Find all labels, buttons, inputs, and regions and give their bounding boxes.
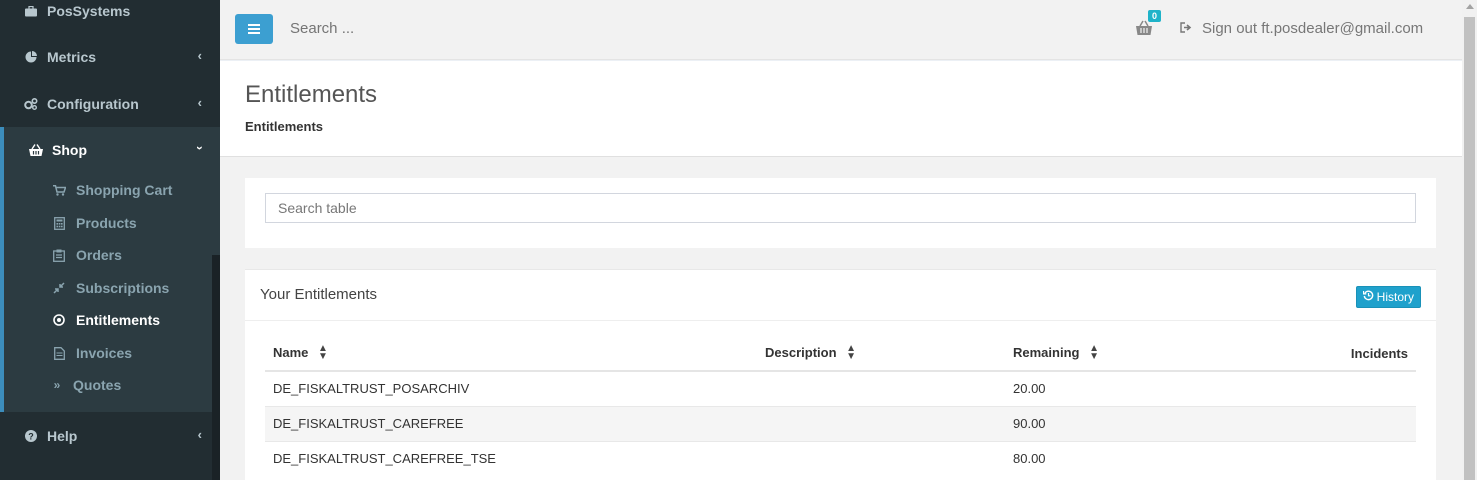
basket-icon [28,143,44,157]
column-header-label: Name [273,344,309,360]
chevron-left-icon: ‹ [197,427,202,442]
submenu-label: Orders [76,247,122,263]
sort-icon: ▲ ▼ [318,343,328,363]
search-box [245,178,1436,248]
chevron-left-icon: ‹ [197,48,202,63]
cogs-icon [24,97,38,111]
cell-name: DE_FISKALTRUST_CAREFREE [265,405,757,441]
file-icon [52,346,66,360]
submenu-label: Entitlements [76,312,161,328]
top-navbar: 0 Sign out ft.posdealer@gmail.com [220,0,1462,60]
table-row[interactable]: DE_FISKALTRUST_CAREFREE_TSE 80.00 [265,440,1416,476]
column-header-label: Incidents [1350,345,1408,361]
submenu-label: Quotes [73,377,122,393]
pie-chart-icon [24,50,38,64]
submenu-entitlements[interactable]: Entitlements [52,310,160,330]
history-label: History [1376,290,1414,304]
cell-name: DE_FISKALTRUST_POSARCHIV [265,370,757,406]
table-search-input[interactable] [265,193,1416,223]
sidebar-item-shop[interactable]: Shop › [4,127,220,173]
shopping-basket-icon[interactable] [1135,20,1153,38]
divider [245,320,1436,321]
table-row[interactable]: DE_FISKALTRUST_CAREFREE 90.00 [265,405,1416,441]
history-button[interactable]: History [1355,286,1421,308]
content-header: Entitlements Entitlements [220,61,1462,157]
sidebar-item-configuration[interactable]: Configuration ‹ [0,81,220,127]
hamburger-icon [248,24,260,34]
column-header-description[interactable]: Description ▲ ▼ [757,336,1005,372]
sidebar-item-help[interactable]: ? Help ‹ [0,413,220,459]
sidebar-item-label: Shop [52,142,87,158]
sidebar-item-label: Configuration [47,96,139,112]
submenu-shopping-cart[interactable]: Shopping Cart [52,180,172,200]
sign-out-link[interactable]: Sign out ft.posdealer@gmail.com [1180,20,1423,37]
sidebar-item-label: Help [47,428,78,444]
compress-icon [52,282,66,294]
cell-incidents [1205,370,1416,406]
table-row[interactable]: DE_FISKALTRUST_POSARCHIV 20.00 [265,370,1416,406]
scroll-up-arrow-icon[interactable] [1466,4,1474,9]
sidebar-shop-section: Shop › Shopping Cart Products Orders Sub… [0,127,220,412]
submenu-subscriptions[interactable]: Subscriptions [52,278,169,298]
cart-count-badge: 0 [1148,10,1162,22]
page-title: Entitlements [245,81,378,108]
cell-name: DE_FISKALTRUST_CAREFREE_TSE [265,440,757,476]
question-circle-icon: ? [24,429,38,443]
cell-description [757,405,1005,441]
sidebar-item-label: PosSystems [47,3,131,19]
entitlements-table: Name ▲ ▼ Description ▲ ▼ Remaining ▲ ▼ Inci… [265,336,1416,476]
double-chevron-icon: » [53,378,61,392]
page-scrollbar[interactable] [1462,0,1477,480]
sign-out-icon [1180,21,1193,36]
submenu-label: Products [76,215,137,231]
cart-icon [52,184,66,196]
submenu-products[interactable]: Products [52,213,137,233]
column-header-label: Description [765,344,837,360]
submenu-quotes[interactable]: » Quotes [52,375,122,395]
sign-out-label: Sign out ft.posdealer@gmail.com [1202,20,1424,37]
sidebar-item-metrics[interactable]: Metrics ‹ [0,34,220,80]
sort-icon: ▲ ▼ [1089,343,1099,363]
chevron-left-icon: ‹ [197,95,202,110]
calculator-icon [52,216,66,230]
cell-description [757,440,1005,476]
submenu-label: Shopping Cart [76,182,173,198]
sidebar-scrollbar[interactable] [212,255,220,480]
submenu-label: Subscriptions [76,280,170,296]
column-header-incidents: Incidents [1205,336,1416,372]
sort-icon: ▲ ▼ [846,343,857,363]
dot-circle-icon [52,314,66,326]
cell-remaining: 80.00 [1005,440,1205,476]
cell-remaining: 20.00 [1005,370,1205,406]
sidebar-item-label: Metrics [47,49,97,65]
box-title: Your Entitlements [260,286,378,303]
column-header-name[interactable]: Name ▲ ▼ [265,336,757,372]
column-header-remaining[interactable]: Remaining ▲ ▼ [1005,336,1205,372]
svg-text:?: ? [28,431,34,441]
submenu-orders[interactable]: Orders [52,245,122,265]
scrollbar-thumb[interactable] [1464,17,1475,480]
cell-incidents [1205,405,1416,441]
submenu-label: Invoices [76,345,133,361]
sidebar-item-possystems[interactable]: PosSystems [0,0,220,34]
submenu-invoices[interactable]: Invoices [52,343,132,363]
cell-description [757,370,1005,406]
briefcase-icon [24,4,38,18]
global-search-input[interactable] [290,20,590,37]
cell-remaining: 90.00 [1005,405,1205,441]
history-icon [1362,290,1374,304]
chevron-down-icon: › [193,146,207,150]
column-header-label: Remaining [1013,344,1080,360]
entitlements-box: Your Entitlements History Name ▲ ▼ Descri… [245,269,1436,480]
menu-toggle-button[interactable] [235,14,273,44]
clipboard-icon [52,249,66,262]
breadcrumb: Entitlements [245,119,324,134]
sidebar: PosSystems Metrics ‹ Configuration ‹ Sho… [0,0,220,480]
cell-incidents [1205,440,1416,476]
